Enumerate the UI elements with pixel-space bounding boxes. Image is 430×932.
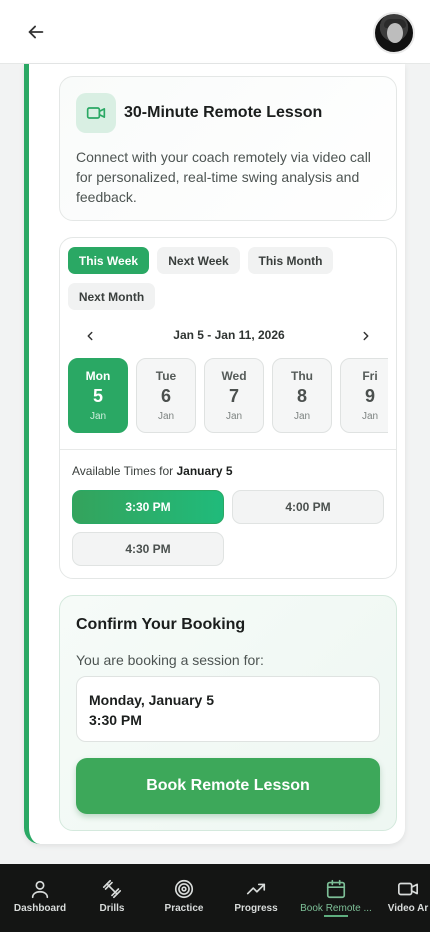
- nav-label: Progress: [234, 903, 278, 914]
- top-header: [0, 0, 430, 64]
- day-month: Jan: [293, 411, 311, 422]
- available-times-label: Available Times for January 5: [72, 464, 233, 478]
- dumbbell-icon: [102, 879, 122, 899]
- summary-time: 3:30 PM: [89, 712, 142, 728]
- summary-date: Monday, January 5: [89, 692, 215, 708]
- day-number: 5: [92, 386, 103, 406]
- confirm-booking-box: Confirm Your Booking You are booking a s…: [59, 595, 397, 831]
- nav-label: Dashboard: [13, 903, 67, 914]
- arrow-left-icon: [28, 25, 44, 39]
- week-range-label: Jan 5 - Jan 11, 2026: [173, 328, 285, 342]
- nav-label: Video Ar: [387, 903, 429, 914]
- nav-drills[interactable]: Drills: [72, 878, 152, 914]
- filter-next-month[interactable]: Next Month: [68, 283, 155, 310]
- lesson-description: Connect with your coach remotely via vid…: [76, 149, 371, 205]
- next-week-button[interactable]: [354, 324, 378, 348]
- week-navigator: Jan 5 - Jan 11, 2026: [60, 324, 396, 348]
- video-icon: [398, 882, 418, 896]
- day-picker: Mon 5 Jan Tue 6 Jan Wed 7 Jan Thu 8 Jan …: [68, 358, 388, 434]
- day-fri[interactable]: Fri 9 Jan: [340, 358, 388, 433]
- book-remote-lesson-button[interactable]: Book Remote Lesson: [76, 758, 380, 814]
- day-month: Jan: [225, 411, 243, 422]
- section-divider: [60, 449, 396, 450]
- lesson-info-box: 30-Minute Remote Lesson Connect with you…: [59, 76, 397, 221]
- filter-this-month[interactable]: This Month: [248, 247, 333, 274]
- time-slot-400[interactable]: 4:00 PM: [232, 490, 384, 524]
- day-thu[interactable]: Thu 8 Jan: [272, 358, 332, 433]
- nav-label: Book Remote ...: [300, 903, 372, 914]
- nav-dashboard[interactable]: Dashboard: [0, 878, 80, 914]
- filter-this-week[interactable]: This Week: [68, 247, 149, 274]
- back-button[interactable]: [22, 18, 50, 46]
- day-name: Fri: [362, 369, 378, 383]
- booking-summary: Monday, January 5 3:30 PM: [76, 676, 380, 742]
- day-name: Wed: [221, 369, 247, 383]
- day-name: Tue: [155, 369, 177, 383]
- day-number: 8: [296, 386, 307, 406]
- confirm-title: Confirm Your Booking: [76, 616, 246, 633]
- filter-next-week[interactable]: Next Week: [157, 247, 240, 274]
- trending-up-icon: [246, 883, 266, 895]
- nav-practice[interactable]: Practice: [144, 878, 224, 914]
- nav-label: Practice: [164, 903, 204, 914]
- calendar-icon: [326, 879, 346, 899]
- avatar-face: [387, 23, 403, 43]
- time-slot-430[interactable]: 4:30 PM: [72, 532, 224, 566]
- day-month: Jan: [89, 411, 107, 422]
- available-times-date: January 5: [176, 464, 233, 478]
- day-month: Jan: [157, 411, 175, 422]
- lesson-icon-badge: [76, 93, 116, 133]
- day-number: 6: [160, 386, 171, 406]
- day-name: Mon: [85, 369, 111, 383]
- booking-card: 30-Minute Remote Lesson Connect with you…: [24, 64, 405, 844]
- available-times-prefix: Available Times for: [72, 464, 174, 478]
- day-tue[interactable]: Tue 6 Jan: [136, 358, 196, 433]
- day-number: 7: [228, 386, 239, 406]
- schedule-box: This Week Next Week This Month Next Mont…: [59, 237, 397, 579]
- active-nav-indicator: [324, 915, 348, 917]
- day-name: Thu: [291, 369, 313, 383]
- user-icon: [31, 880, 49, 899]
- time-slot-330[interactable]: 3:30 PM: [72, 490, 224, 524]
- avatar[interactable]: [373, 12, 415, 54]
- target-icon: [174, 879, 194, 899]
- nav-label: Drills: [99, 903, 125, 914]
- day-wed[interactable]: Wed 7 Jan: [204, 358, 264, 433]
- day-mon[interactable]: Mon 5 Jan: [68, 358, 128, 433]
- day-number: 9: [364, 386, 375, 406]
- lesson-title: 30-Minute Remote Lesson: [124, 104, 323, 121]
- video-camera-icon: [86, 107, 106, 119]
- day-month: Jan: [361, 411, 379, 422]
- confirm-subtitle: You are booking a session for:: [76, 652, 264, 668]
- chevron-right-icon: [363, 331, 369, 341]
- bottom-nav: Dashboard Drills Practice Progress Book …: [0, 864, 430, 932]
- nav-video[interactable]: Video Ar: [368, 878, 430, 914]
- nav-book-remote[interactable]: Book Remote ...: [296, 878, 376, 917]
- nav-progress[interactable]: Progress: [216, 878, 296, 914]
